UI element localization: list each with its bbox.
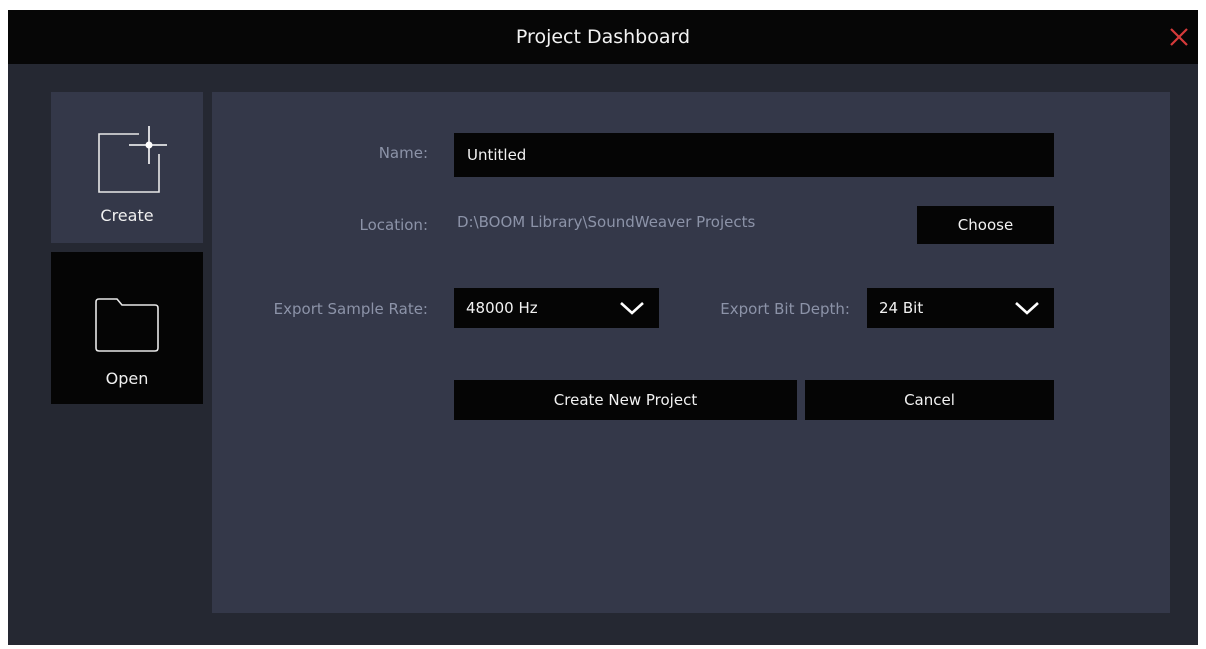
window-title: Project Dashboard	[515, 26, 691, 48]
new-project-icon	[98, 126, 167, 193]
sample-rate-dropdown[interactable]: 48000 Hz	[454, 288, 659, 328]
tab-create[interactable]: Create	[51, 92, 203, 243]
location-label: Location:	[359, 216, 429, 234]
name-label: Name:	[378, 144, 428, 162]
sample-rate-label: Export Sample Rate:	[273, 300, 428, 318]
choose-button[interactable]: Choose	[917, 206, 1054, 244]
chevron-down-icon	[620, 302, 644, 315]
name-input[interactable]: Untitled	[454, 133, 1054, 177]
tab-open[interactable]: Open	[51, 252, 203, 404]
bit-depth-label: Export Bit Depth:	[720, 300, 850, 318]
project-dashboard-window: Project Dashboard Create Open Name: Unti…	[8, 10, 1198, 645]
create-new-project-button[interactable]: Create New Project	[454, 380, 797, 420]
chevron-down-icon	[1015, 302, 1039, 315]
tab-open-label: Open	[105, 369, 149, 388]
close-button[interactable]	[1166, 24, 1192, 50]
title-bar: Project Dashboard	[8, 10, 1198, 64]
tab-create-label: Create	[100, 206, 154, 225]
bit-depth-value: 24 Bit	[879, 299, 924, 317]
sample-rate-value: 48000 Hz	[466, 299, 538, 317]
close-icon	[1170, 28, 1188, 46]
folder-icon	[95, 298, 159, 352]
bit-depth-dropdown[interactable]: 24 Bit	[867, 288, 1054, 328]
location-path: D:\BOOM Library\SoundWeaver Projects	[457, 213, 756, 231]
cancel-button[interactable]: Cancel	[805, 380, 1054, 420]
